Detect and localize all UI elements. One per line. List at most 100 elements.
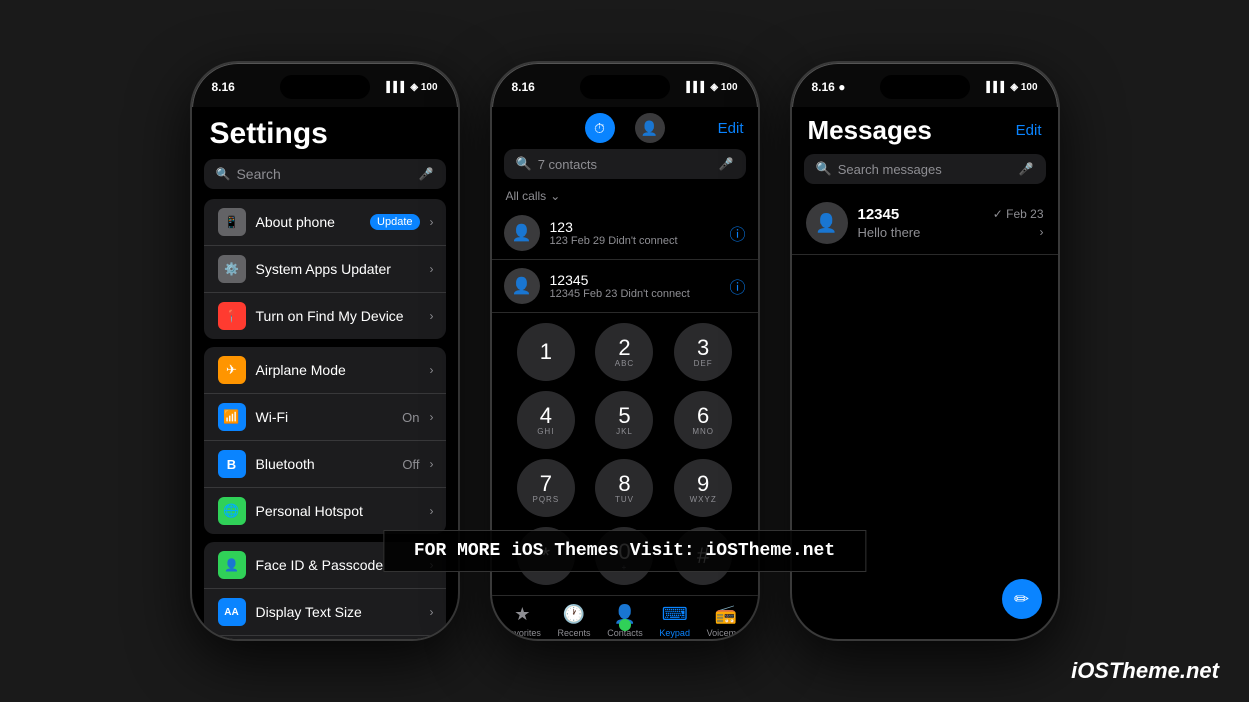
settings-item-bluetooth[interactable]: B Bluetooth Off › [204,441,446,488]
favorites-icon: ★ [514,604,530,625]
settings-item-display[interactable]: AA Display Text Size › [204,589,446,636]
messages-header: Messages Edit [792,107,1058,154]
call-item-1[interactable]: 👤 123 123 Feb 29 Didn't connect ⓘ [492,207,758,260]
key-2[interactable]: 2ABC [595,323,653,381]
watermark-text: FOR MORE iOS Themes Visit: iOSTheme.net [414,541,835,561]
brand-footer: iOSTheme.net [1071,658,1219,684]
contacts-count: 7 contacts [538,157,597,172]
call-item-2[interactable]: 👤 12345 12345 Feb 23 Didn't connect ⓘ [492,260,758,313]
msg-date-1: ✓ Feb 23 [993,207,1044,221]
search-placeholder: Search [236,166,280,182]
call-info-2: 12345 12345 Feb 23 Didn't connect [550,272,720,300]
compose-icon: ✏ [1014,589,1029,610]
airplane-chevron: › [430,363,434,377]
settings-item-wifi[interactable]: 📶 Wi-Fi On › [204,394,446,441]
compose-button[interactable]: ✏ [1002,579,1042,619]
search-icon: 🔍 [216,167,231,181]
msg-preview-1: Hello there [858,225,983,240]
key-4[interactable]: 4GHI [517,391,575,449]
phone2-bottom-tabs: ★ Favorites 🕐 Recents 👤 Contacts ⌨ Keypa… [492,595,758,641]
key-9[interactable]: 9WXYZ [674,459,732,517]
call-detail-1: 123 Feb 29 Didn't connect [550,235,720,247]
call-info-1: 123 123 Feb 29 Didn't connect [550,219,720,247]
message-item-1[interactable]: 👤 12345 Hello there ✓ Feb 23 › [792,192,1058,255]
messages-title: Messages [808,115,932,146]
phone2-tabs-row: ⏱ 👤 Edit [492,107,758,149]
contacts-search-icon: 🔍 [516,156,532,172]
settings-item-hotspot[interactable]: 🌐 Personal Hotspot › [204,488,446,534]
messages-mic-icon: 🎤 [1019,162,1034,176]
key-6[interactable]: 6MNO [674,391,732,449]
airplane-label: Airplane Mode [256,362,420,378]
messages-search-icon: 🔍 [816,161,832,177]
sysapps-chevron: › [430,262,434,276]
settings-item-airplane[interactable]: ✈ Airplane Mode › [204,347,446,394]
messages-search-bar[interactable]: 🔍 Search messages 🎤 [804,154,1046,184]
messages-search-placeholder: Search messages [838,162,942,177]
call-info-btn-1[interactable]: ⓘ [729,221,745,245]
wifi-value: On [402,410,419,425]
status-icons-2: ▌▌▌ ◈ 100 [686,82,737,93]
dynamic-island-2 [580,75,670,99]
settings-item-findmy[interactable]: 📍 Turn on Find My Device › [204,293,446,339]
edit-button[interactable]: Edit [718,120,744,137]
findmy-label: Turn on Find My Device [256,308,420,324]
keypad-icon: ⌨ [662,604,688,625]
bluetooth-icon: B [218,450,246,478]
findmy-chevron: › [430,309,434,323]
status-time-2: 8.16 [512,80,535,94]
voicemail-label: Voicemail [707,628,746,638]
bluetooth-value: Off [402,457,419,472]
call-info-btn-2[interactable]: ⓘ [729,274,745,298]
call-name-2: 12345 [550,272,720,288]
msg-avatar-1: 👤 [806,202,848,244]
hotspot-chevron: › [430,504,434,518]
watermark-banner: FOR MORE iOS Themes Visit: iOSTheme.net [383,530,866,572]
key-7[interactable]: 7PQRS [517,459,575,517]
settings-item-sysapps[interactable]: ⚙️ System Apps Updater › [204,246,446,293]
contacts-search-bar[interactable]: 🔍 7 contacts 🎤 [504,149,746,179]
call-name-1: 123 [550,219,720,235]
status-icons-3: ▌▌▌ ◈ 100 [986,82,1037,93]
wifi-label: Wi-Fi [256,409,393,425]
phones-container: 8.16 ▌▌▌ ◈ 100 Settings 🔍 Search 🎤 📱 Abo… [0,0,1249,702]
calls-filter-chevron: ⌄ [550,189,560,203]
voicemail-icon: 📻 [715,604,737,625]
dynamic-island-3 [880,75,970,99]
status-icons-1: ▌▌▌ ◈ 100 [386,82,437,93]
keypad-label: Keypad [659,628,690,638]
tab-keypad[interactable]: ⌨ Keypad [659,604,690,638]
display-chevron: › [430,605,434,619]
tab-voicemail[interactable]: 📻 Voicemail [707,604,746,638]
bluetooth-chevron: › [430,457,434,471]
recents-tab-icon[interactable]: ⏱ [585,113,615,143]
key-5[interactable]: 5JKL [595,391,653,449]
dynamic-island-1 [280,75,370,99]
key-8[interactable]: 8TUV [595,459,653,517]
settings-search-bar[interactable]: 🔍 Search 🎤 [204,159,446,189]
settings-group-2: ✈ Airplane Mode › 📶 Wi-Fi On › B Bluetoo… [204,347,446,534]
findmy-icon: 📍 [218,302,246,330]
sysapps-label: System Apps Updater [256,261,420,277]
settings-item-about[interactable]: 📱 About phone Update › [204,199,446,246]
bluetooth-label: Bluetooth [256,456,393,472]
about-label: About phone [256,214,361,230]
key-1[interactable]: 1 [517,323,575,381]
call-avatar-2: 👤 [504,268,540,304]
contacts-tab-icon[interactable]: 👤 [635,113,665,143]
airplane-icon: ✈ [218,356,246,384]
status-time-1: 8.16 [212,80,235,94]
calls-filter[interactable]: All calls ⌄ [492,185,758,207]
settings-item-sounds[interactable]: 🔊 Sounds & Haptics › [204,636,446,639]
hotspot-label: Personal Hotspot [256,503,420,519]
call-avatar-1: 👤 [504,215,540,251]
wifi-icon: 📶 [218,403,246,431]
tab-recents[interactable]: 🕐 Recents [558,604,591,638]
faceid-icon: 👤 [218,551,246,579]
messages-edit-button[interactable]: Edit [1016,122,1042,139]
msg-info-1: 12345 Hello there [858,206,983,240]
recents-icon: 🕐 [563,604,585,625]
tab-favorites[interactable]: ★ Favorites [504,604,541,638]
key-3[interactable]: 3DEF [674,323,732,381]
settings-group-1: 📱 About phone Update › ⚙️ System Apps Up… [204,199,446,339]
